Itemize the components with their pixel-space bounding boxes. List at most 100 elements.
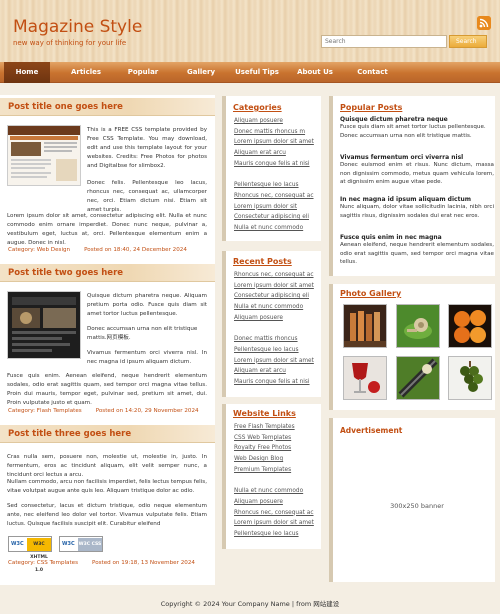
recent-post-link[interactable]: Lorem ipsum dolor sit amet — [234, 281, 314, 292]
post-title[interactable]: Post title three goes here — [8, 429, 131, 439]
post-meta: Category: Flash Templates Posted on 14:20… — [8, 408, 199, 414]
categories-link[interactable]: Mauris congue felis at nisi — [234, 159, 314, 170]
popular-post: Vivamus fermentum orci viverra nisl Done… — [340, 154, 494, 196]
popular-posts-list: Quisque dictum pharetra neque Fusce quis… — [340, 116, 494, 267]
categories-link[interactable]: Rhoncus nec, consequat ac — [234, 191, 314, 202]
nav-popular[interactable]: Popular — [118, 62, 168, 83]
post-paragraph: Cras nulla sem, posuere non, molestie ut… — [7, 454, 207, 478]
post-meta: Category: Web Design Posted on 18:40, 24 … — [8, 247, 187, 253]
recent-post-link[interactable]: Mauris congue felis at nisi — [234, 377, 314, 388]
popular-post-text: Aenean eleifend, neque hendrerit element… — [340, 242, 494, 265]
post-thumbnail[interactable] — [7, 125, 81, 186]
search-button[interactable]: Search — [449, 35, 487, 48]
post-paragraph: Nullam commodo, arcu non facilisis imper… — [7, 479, 207, 494]
categories-link[interactable]: Nulla et nunc commodo — [234, 223, 314, 234]
popular-post: Fusce quis enim in nec magna Aenean elei… — [340, 234, 494, 267]
categories-link[interactable]: Lorem ipsum dolor sit amet — [234, 137, 314, 148]
website-link[interactable]: CSS Web Templates — [234, 433, 314, 444]
recent-post-link[interactable]: Nulla et nunc commodo — [234, 302, 314, 313]
nav-home[interactable]: Home — [4, 62, 50, 83]
w3c-xhtml-badge[interactable]: W3C W3C XHTML 1.0 — [8, 536, 52, 573]
recent-post-link[interactable]: Donec mattis rhoncus — [234, 334, 314, 345]
post-title-bar: Post title two goes here — [0, 264, 215, 282]
popular-post-text: Fusce quis diam sit amet tortor luctus p… — [340, 124, 486, 139]
categories-link[interactable]: Aliquam erat arcu — [234, 148, 314, 159]
gallery-photo-flower[interactable] — [396, 356, 440, 400]
post-paragraph: Vivamus fermentum orci viverra nisl. In … — [87, 350, 207, 365]
recent-post-link[interactable]: Lorem ipsum dolor sit amet — [234, 356, 314, 367]
post-category[interactable]: Category: Web Design — [8, 247, 70, 253]
recent-post-link[interactable]: Pellentesque leo lacus — [234, 345, 314, 356]
nav-useful-tips[interactable]: Useful Tips — [228, 62, 286, 83]
popular-post-heading[interactable]: In nec magna id ipsum aliquam dictum — [340, 196, 494, 203]
post-intro: Quisque dictum pharetra neque. Aliquam p… — [87, 293, 207, 317]
advertisement-title: Advertisement — [340, 426, 403, 435]
recent-post-link[interactable]: Aliquam posuere — [234, 313, 314, 324]
site-header: Magazine Style new way of thinking for y… — [0, 0, 500, 62]
post-intro: This is a FREE CSS template provided by … — [87, 127, 207, 169]
search-input[interactable] — [321, 35, 447, 48]
categories-link[interactable]: Lorem ipsum dolor sit — [234, 202, 314, 213]
recent-post-link[interactable]: Consectetur adipiscing eli — [234, 291, 314, 302]
post-date: Posted on 14:20, 29 November 2024 — [95, 408, 199, 414]
website-link[interactable]: Royalty Free Photos — [234, 443, 314, 454]
post-title[interactable]: Post title one goes here — [8, 102, 123, 112]
content-column: Post title one goes here This is a FREE … — [0, 95, 215, 585]
categories-link[interactable]: Aliquam posuere — [234, 116, 314, 127]
post-paragraph: Fusce quis enim. Aenean eleifend, neque … — [7, 373, 207, 406]
website-link[interactable]: Pellentesque leo lacus — [234, 529, 314, 540]
website-link[interactable]: Nulla et nunc commodo — [234, 486, 314, 497]
post-paragraph: Donec felis. Pellentesque leo lacus, rho… — [87, 180, 207, 213]
recent-posts-list: Rhoncus nec, consequat ac Lorem ipsum do… — [234, 270, 314, 388]
popular-post-heading[interactable]: Fusce quis enim in nec magna — [340, 234, 494, 241]
main-nav: Home Articles Popular Gallery Useful Tip… — [0, 62, 500, 83]
post-title[interactable]: Post title two goes here — [8, 268, 123, 278]
website-links-list: Free Flash Templates CSS Web Templates R… — [234, 422, 314, 540]
categories-link[interactable]: Donec mattis rhoncus m — [234, 127, 314, 138]
popular-post-heading[interactable]: Quisque dictum pharetra neque — [340, 116, 494, 123]
recent-posts-title: Recent Posts — [233, 257, 292, 266]
gallery-photo-skewers[interactable] — [343, 304, 387, 348]
gallery-photo-oranges[interactable] — [448, 304, 492, 348]
website-link[interactable]: Premium Templates — [234, 465, 314, 476]
post-date: Posted on 18:40, 24 December 2024 — [84, 247, 187, 253]
popular-post: Quisque dictum pharetra neque Fusce quis… — [340, 116, 494, 154]
popular-posts-title: Popular Posts — [340, 103, 403, 112]
popular-post-text: Donec euismod enim et risus. Nunc dictum… — [340, 162, 494, 185]
popular-post: In nec magna id ipsum aliquam dictum Nun… — [340, 196, 494, 234]
popular-post-heading[interactable]: Vivamus fermentum orci viverra nisl — [340, 154, 494, 161]
website-link[interactable]: Lorem ipsum dolor sit amet — [234, 518, 314, 529]
post-category[interactable]: Category: CSS Templates — [8, 560, 78, 566]
post-paragraph: Donec accumsan urna non elit tristique m… — [87, 326, 198, 341]
website-link[interactable]: Rhoncus nec, consequat ac — [234, 508, 314, 519]
w3c-css-badge[interactable]: W3C W3C CSS — [59, 536, 103, 552]
website-links-title: Website Links — [233, 409, 296, 418]
categories-list: Aliquam posuere Donec mattis rhoncus m L… — [234, 116, 314, 234]
website-link[interactable]: Aliquam posuere — [234, 497, 314, 508]
recent-posts-box: Recent Posts Rhoncus nec, consequat ac L… — [222, 251, 321, 397]
rss-icon[interactable] — [477, 16, 491, 30]
categories-box: Categories Aliquam posuere Donec mattis … — [222, 96, 321, 241]
post-title-bar: Post title three goes here — [0, 425, 215, 443]
post-date: Posted on 19:18, 13 November 2024 — [92, 560, 195, 566]
nav-contact[interactable]: Contact — [345, 62, 400, 83]
site-title[interactable]: Magazine Style — [13, 17, 142, 37]
nav-gallery[interactable]: Gallery — [176, 62, 226, 83]
photo-gallery-box: Photo Gallery — [329, 284, 495, 410]
gallery-photo-snail[interactable] — [396, 304, 440, 348]
post-category[interactable]: Category: Flash Templates — [8, 408, 82, 414]
nav-articles[interactable]: Articles — [60, 62, 112, 83]
gallery-photo-wine[interactable] — [343, 356, 387, 400]
website-link[interactable]: Free Flash Templates — [234, 422, 314, 433]
post-thumbnail[interactable] — [7, 291, 81, 359]
gallery-photo-grapes[interactable] — [448, 356, 492, 400]
recent-post-link[interactable]: Rhoncus nec, consequat ac — [234, 270, 314, 281]
website-link[interactable]: Web Design Blog — [234, 454, 314, 465]
categories-link[interactable]: Consectetur adipiscing eli — [234, 212, 314, 223]
ad-banner-label: 300x250 banner — [390, 502, 444, 510]
categories-link[interactable]: Pellentesque leo lacus — [234, 180, 314, 191]
ad-banner[interactable]: 300x250 banner — [340, 440, 494, 574]
nav-about-us[interactable]: About Us — [290, 62, 340, 83]
advertisement-box: Advertisement 300x250 banner — [329, 418, 495, 582]
recent-post-link[interactable]: Aliquam erat arcu — [234, 366, 314, 377]
